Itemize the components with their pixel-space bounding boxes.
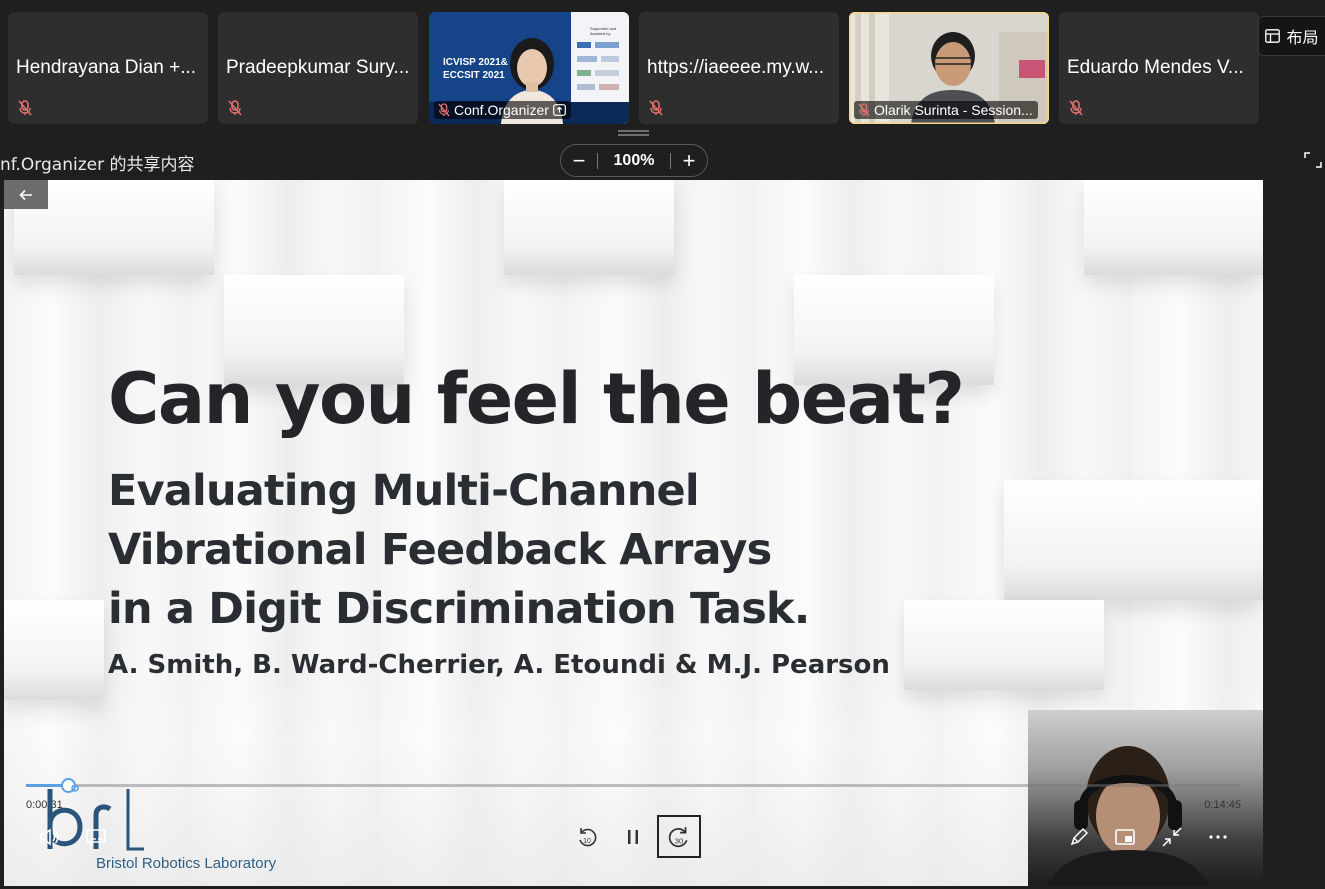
- picture-in-picture-button[interactable]: [1111, 823, 1139, 851]
- shared-screen[interactable]: Can you feel the beat? Evaluating Multi-…: [4, 180, 1263, 886]
- participant-label: Olarik Surinta - Session...: [854, 101, 1038, 119]
- arrow-left-icon: [19, 189, 32, 200]
- participant-video-tile[interactable]: Olarik Surinta - Session...: [849, 12, 1049, 124]
- layout-icon: [1265, 29, 1281, 43]
- participant-name: https://iaeeee.my.w...: [647, 57, 825, 78]
- fullscreen-icon[interactable]: [1304, 152, 1322, 168]
- slide-authors: A. Smith, B. Ward-Cherrier, A. Etoundi &…: [108, 650, 890, 680]
- slide-title: Can you feel the beat?: [108, 358, 965, 440]
- share-title: nf.Organizer 的共享内容: [0, 155, 195, 175]
- pause-icon: [628, 830, 638, 844]
- meeting-window: Hendrayana Dian +... Pradeepkumar Sury..…: [0, 0, 1325, 889]
- annotate-button[interactable]: [1065, 823, 1093, 851]
- screen-share-icon: [553, 104, 566, 116]
- thumb-event-text: ICVISP 2021& ECCSIT 2021: [443, 56, 508, 82]
- more-options-button[interactable]: [1204, 823, 1232, 851]
- zoom-control: − 100% +: [560, 144, 708, 177]
- participant-tile[interactable]: https://iaeeee.my.w...: [639, 12, 839, 124]
- participant-video-tile[interactable]: ICVISP 2021& ECCSIT 2021 Supported and A…: [429, 12, 629, 124]
- more-icon: [1209, 835, 1227, 839]
- participant-tile[interactable]: Hendrayana Dian +...: [8, 12, 208, 124]
- forward-30-icon: 30: [668, 826, 688, 847]
- pause-button[interactable]: [619, 823, 647, 851]
- exit-fullscreen-button[interactable]: [1158, 823, 1186, 851]
- pencil-icon: [1070, 827, 1089, 846]
- volume-button[interactable]: [35, 823, 63, 851]
- skip-forward-button[interactable]: 30: [657, 815, 701, 858]
- participant-label: Conf.Organizer: [434, 101, 571, 119]
- participant-tile[interactable]: Eduardo Mendes V...: [1059, 12, 1259, 124]
- mic-muted-icon: [1069, 100, 1083, 116]
- back-button[interactable]: [4, 180, 48, 209]
- captions-icon: [86, 829, 106, 847]
- collapse-icon: [1162, 827, 1182, 847]
- mic-muted-icon: [18, 100, 32, 116]
- speaker-video: [1028, 710, 1263, 886]
- participant-name: Olarik Surinta - Session...: [874, 102, 1033, 118]
- pip-icon: [1115, 829, 1135, 845]
- thumb-sponsor-note: Supported and Assisted by: [590, 26, 617, 36]
- rewind-label: 10: [583, 838, 591, 845]
- bg-block: [1084, 180, 1263, 275]
- participant-name: Pradeepkumar Sury...: [226, 57, 410, 78]
- forward-label: 30: [675, 836, 683, 845]
- thumb-line2: ECCSIT 2021: [443, 70, 505, 81]
- captions-button[interactable]: [82, 823, 110, 851]
- mic-muted-icon: [438, 103, 450, 117]
- thumb-line1: ICVISP 2021&: [443, 57, 508, 68]
- rewind-10-icon: 10: [579, 828, 597, 847]
- lab-name: Bristol Robotics Laboratory: [96, 855, 277, 872]
- bg-block: [1004, 480, 1263, 600]
- layout-label: 布局: [1286, 28, 1319, 47]
- slide-subtitle-line: in a Digit Discrimination Task.: [108, 584, 810, 634]
- participant-name: Conf.Organizer: [454, 102, 549, 118]
- bg-block: [4, 600, 104, 700]
- total-time: 0:14:45: [1204, 799, 1241, 811]
- zoom-out-button[interactable]: −: [561, 145, 597, 176]
- rewind-button[interactable]: 10: [573, 823, 601, 851]
- strip-resize-handle[interactable]: [618, 130, 649, 136]
- speaker-figure: [1048, 746, 1208, 886]
- participant-tile[interactable]: Pradeepkumar Sury...: [218, 12, 418, 124]
- volume-icon: [40, 828, 59, 846]
- zoom-in-button[interactable]: +: [671, 145, 707, 176]
- mic-muted-icon: [858, 103, 870, 117]
- layout-button[interactable]: 布局: [1258, 16, 1325, 56]
- slide-subtitle-line: Vibrational Feedback Arrays: [108, 525, 772, 575]
- participant-name: Hendrayana Dian +...: [16, 57, 197, 78]
- zoom-level: 100%: [613, 151, 655, 169]
- mic-muted-icon: [228, 100, 242, 116]
- slide-subtitle-line: Evaluating Multi-Channel: [108, 466, 700, 516]
- bg-block: [904, 600, 1104, 690]
- bg-block: [504, 180, 674, 275]
- mic-muted-icon: [649, 100, 663, 116]
- participant-name: Eduardo Mendes V...: [1067, 57, 1244, 78]
